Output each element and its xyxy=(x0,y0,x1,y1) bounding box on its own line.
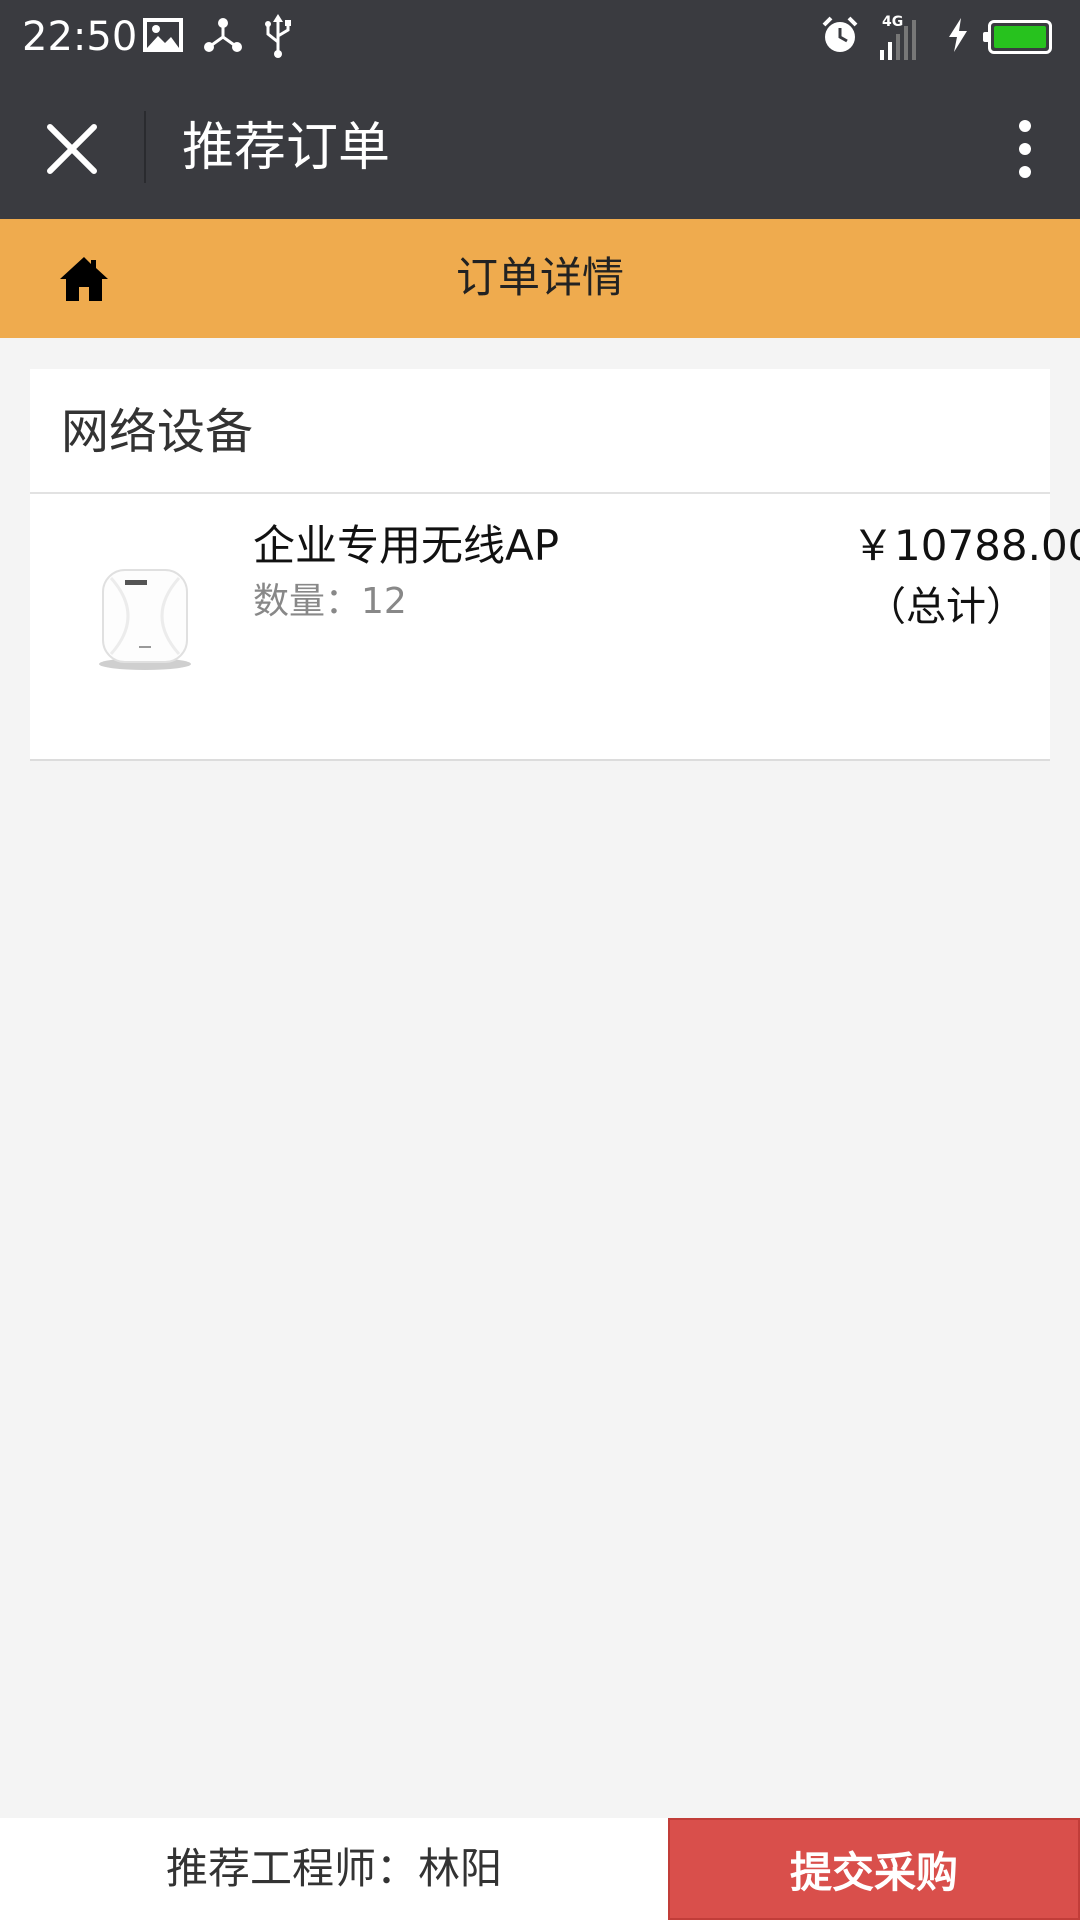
more-vertical-icon xyxy=(1019,120,1031,178)
sub-header: 订单详情 xyxy=(0,219,1080,338)
signal-icon: 4G xyxy=(878,14,928,60)
battery-icon xyxy=(983,20,1052,54)
battery-fill xyxy=(994,26,1046,48)
status-right-icons: 4G xyxy=(820,14,1052,60)
title-divider xyxy=(144,111,146,183)
share-icon xyxy=(203,15,243,59)
card-divider xyxy=(30,759,1050,761)
category-header: 网络设备 xyxy=(30,369,1050,494)
sub-header-title: 订单详情 xyxy=(455,253,624,302)
category-title: 网络设备 xyxy=(61,404,254,460)
page-title: 推荐订单 xyxy=(182,118,391,178)
quantity-value: 12 xyxy=(361,581,407,622)
title-bar: 推荐订单 xyxy=(0,75,1080,219)
status-left-icons xyxy=(143,14,293,60)
status-time: 22:50 xyxy=(22,14,138,60)
product-quantity: 数量：12 xyxy=(253,577,407,627)
close-button[interactable] xyxy=(30,107,114,191)
submit-purchase-button[interactable]: 提交采购 xyxy=(668,1818,1080,1920)
engineer-label: 推荐工程师：林阳 xyxy=(165,1844,502,1893)
usb-icon xyxy=(263,12,293,62)
order-item[interactable]: 企业专用无线AP 数量：12 ￥10788.00 （总计） xyxy=(30,494,1080,759)
product-price: ￥10788.00 xyxy=(852,521,1080,570)
product-image xyxy=(85,536,205,676)
charging-icon xyxy=(946,17,970,57)
alarm-icon xyxy=(820,15,860,59)
product-name: 企业专用无线AP xyxy=(253,521,560,570)
price-note: （总计） xyxy=(866,584,1026,630)
bottom-bar: 推荐工程师：林阳 提交采购 xyxy=(0,1818,1080,1920)
image-icon xyxy=(143,18,183,56)
order-card: 网络设备 企业专用无线AP 数量：12 ￥10788.00 （总计） xyxy=(30,369,1080,761)
more-menu-button[interactable] xyxy=(990,107,1060,191)
quantity-label: 数量： xyxy=(253,581,362,622)
status-bar: 22:50 4G xyxy=(0,0,1080,75)
close-icon xyxy=(47,124,97,174)
